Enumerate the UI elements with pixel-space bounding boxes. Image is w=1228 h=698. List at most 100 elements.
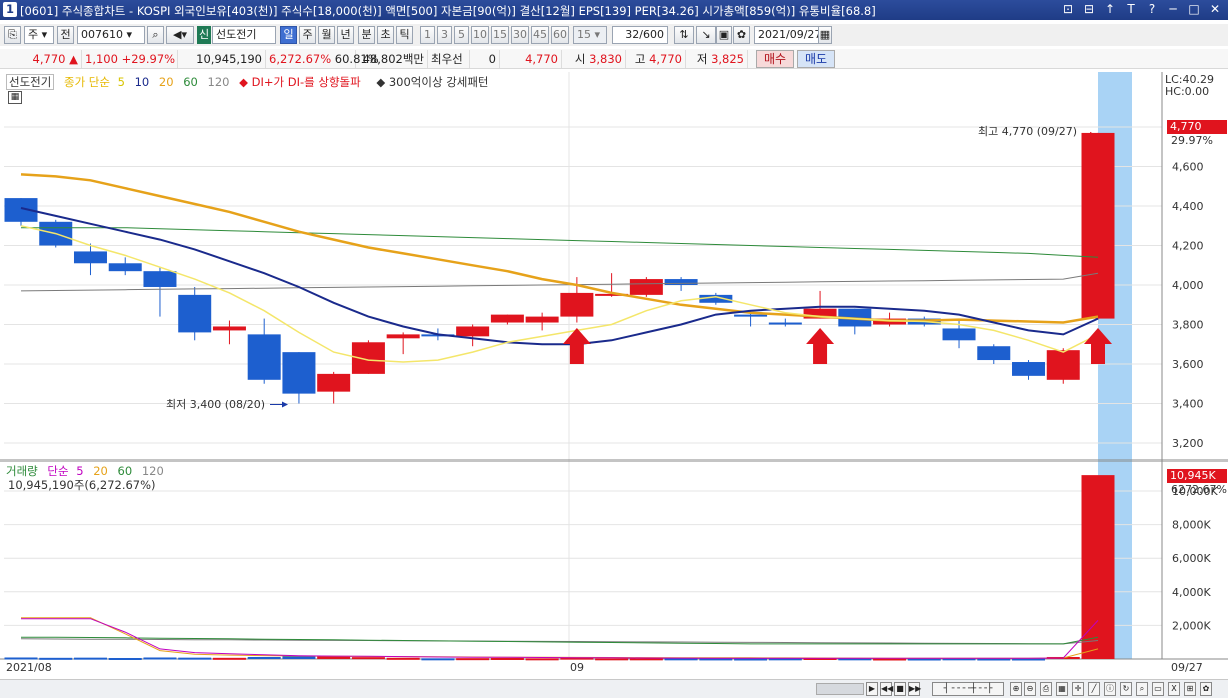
x-label-mid: 09 [570,661,584,674]
interval-select[interactable]: 15 ▾ [573,26,607,44]
interval-3-button[interactable]: 3 [437,26,452,44]
volume-bar [456,658,490,661]
change-percent: +29.97% [121,52,176,66]
window-number[interactable]: 1 [3,2,17,17]
period-week-tab[interactable]: 주 [299,26,316,44]
toolbar: ⎘ 주 ▾ 전 007610 ▾ ⌕ ◀▾ 신 선도전기 일 주 월 년 분 초… [0,24,1228,46]
print-icon[interactable]: ⎙ [1040,682,1052,696]
interval-5-button[interactable]: 5 [454,26,469,44]
last-volume-tag: 10,945K [1167,469,1227,483]
ma60-label: 60 [183,75,198,89]
zoom-slider[interactable]: ┤╶╶╶╶┼╶╶├ [932,682,1004,696]
candle-body [629,279,663,295]
info-icon[interactable]: ⓘ [1104,682,1116,696]
line-icon[interactable]: ╱ [1088,682,1100,696]
excel-icon[interactable]: X [1168,682,1180,696]
volume-readout: 10,945,190주(6,272.67%) [8,478,156,492]
interval-1-button[interactable]: 1 [420,26,435,44]
minimize-icon[interactable]: ─ [1164,2,1182,17]
refresh-icon[interactable]: ↻ [1120,682,1132,696]
capture-icon[interactable]: ▭ [1152,682,1164,696]
candle-body [977,346,1011,361]
fast-forward-icon[interactable]: ▶▶ [908,682,921,696]
window-controls: ⊡ ⊟ ↑ T ? ─ □ ✕ [1059,2,1224,17]
volume-bar [1081,475,1115,659]
draw-line-icon[interactable]: ↘ [696,26,716,44]
grid-toggle-icon[interactable]: ▦ [8,91,22,104]
calendar-icon[interactable]: ▦ [818,26,832,44]
tile-window-icon[interactable]: ⊟ [1080,2,1098,17]
zoom-in-icon[interactable]: ⊕ [1010,682,1022,696]
font-icon[interactable]: T [1122,2,1140,17]
market-select[interactable]: 주 ▾ [24,26,54,44]
compare-icon[interactable]: ⇅ [674,26,694,44]
ma-label: 종가 단순 [63,75,110,89]
volume-percent: 6,272.67% 60.81% [266,50,379,68]
candle-body [456,326,490,337]
volume-chart[interactable]: 2,000K4,000K6,000K8,000K10,000K [0,461,1228,679]
gear-icon[interactable]: ✿ [733,26,750,44]
vol-ma20-label: 20 [93,464,108,478]
high-annotation: 최고 4,770 (09/27) [978,125,1078,138]
low-label: 저 [696,52,708,66]
ma5-label: 5 [117,75,125,89]
interval-10-button[interactable]: 10 [471,26,489,44]
sell-button[interactable]: 매도 [797,50,835,68]
volume-bar [490,657,524,660]
price-legend-name[interactable]: 선도전기 [6,74,55,90]
interval-30-button[interactable]: 30 [511,26,529,44]
count-input[interactable]: 32/600 [612,26,668,44]
stock-code-input[interactable]: 007610 ▾ [77,26,145,44]
price-tick-label: 3,400 [1172,398,1204,411]
settings-icon[interactable]: ✿ [1200,682,1212,696]
stop-icon[interactable]: ■ [894,682,906,696]
period-second-tab[interactable]: 초 [377,26,394,44]
period-day-tab[interactable]: 일 [280,26,297,44]
count-total: /600 [639,28,664,41]
scroll-thumb[interactable] [816,683,864,695]
ma20-label: 20 [158,75,174,89]
quote-info-row: 4,770 ▲ 1,100 +29.97% 10,945,190 6,272.6… [0,49,1228,69]
candle-body [143,271,177,287]
candle-body [73,251,107,264]
link-window-icon[interactable]: ⊡ [1059,2,1077,17]
period-month-tab[interactable]: 월 [318,26,335,44]
candle-body [386,334,420,339]
maximize-icon[interactable]: □ [1185,2,1203,17]
volume-bar [386,657,420,660]
volume-legend-name: 거래량 [6,464,38,478]
signal-label-text: DI+가 DI-를 상향돌파 [251,75,361,89]
price-tick-label: 4,000 [1172,279,1204,292]
interval-60-button[interactable]: 60 [551,26,569,44]
close-icon[interactable]: ✕ [1206,2,1224,17]
volume-bar [629,658,663,661]
sound-icon[interactable]: ◀▾ [166,26,194,44]
rewind-icon[interactable]: ◀◀ [880,682,893,696]
buy-button[interactable]: 매수 [756,50,794,68]
bottom-scrollbar[interactable]: ▶ ◀◀ ■ ▶▶ ┤╶╶╶╶┼╶╶├ ⊕ ⊖ ⎙ ▦ ✛ ╱ ⓘ ↻ ⌕ ▭ … [0,679,1228,698]
volume-bar [525,658,559,661]
search-icon[interactable]: ⌕ [147,26,164,44]
magnify-icon[interactable]: ⌕ [1136,682,1148,696]
stock-name-field[interactable]: 선도전기 [212,26,276,44]
zoom-out-icon[interactable]: ⊖ [1024,682,1036,696]
volume-bar [1012,658,1046,661]
chart-settings-icon[interactable]: ⎘ [4,26,21,44]
volume-bar [351,657,385,660]
type-button[interactable]: 전 [57,26,74,44]
period-tick-tab[interactable]: 틱 [396,26,413,44]
chart-type-icon[interactable]: ▦ [1056,682,1068,696]
interval-15-button[interactable]: 15 [491,26,509,44]
help-icon[interactable]: ? [1143,2,1161,17]
open-value: 3,830 [589,52,622,66]
crosshair-icon[interactable]: ✛ [1072,682,1084,696]
price-tick-label: 3,600 [1172,358,1204,371]
pin-icon[interactable]: ↑ [1101,2,1119,17]
scroll-next-icon[interactable]: ▶ [866,682,878,696]
save-icon[interactable]: ▣ [716,26,732,44]
x-label-end: 09/27 [1171,661,1203,674]
period-year-tab[interactable]: 년 [337,26,354,44]
period-minute-tab[interactable]: 분 [358,26,375,44]
ruler-icon[interactable]: ⊞ [1184,682,1196,696]
interval-45-button[interactable]: 45 [531,26,549,44]
